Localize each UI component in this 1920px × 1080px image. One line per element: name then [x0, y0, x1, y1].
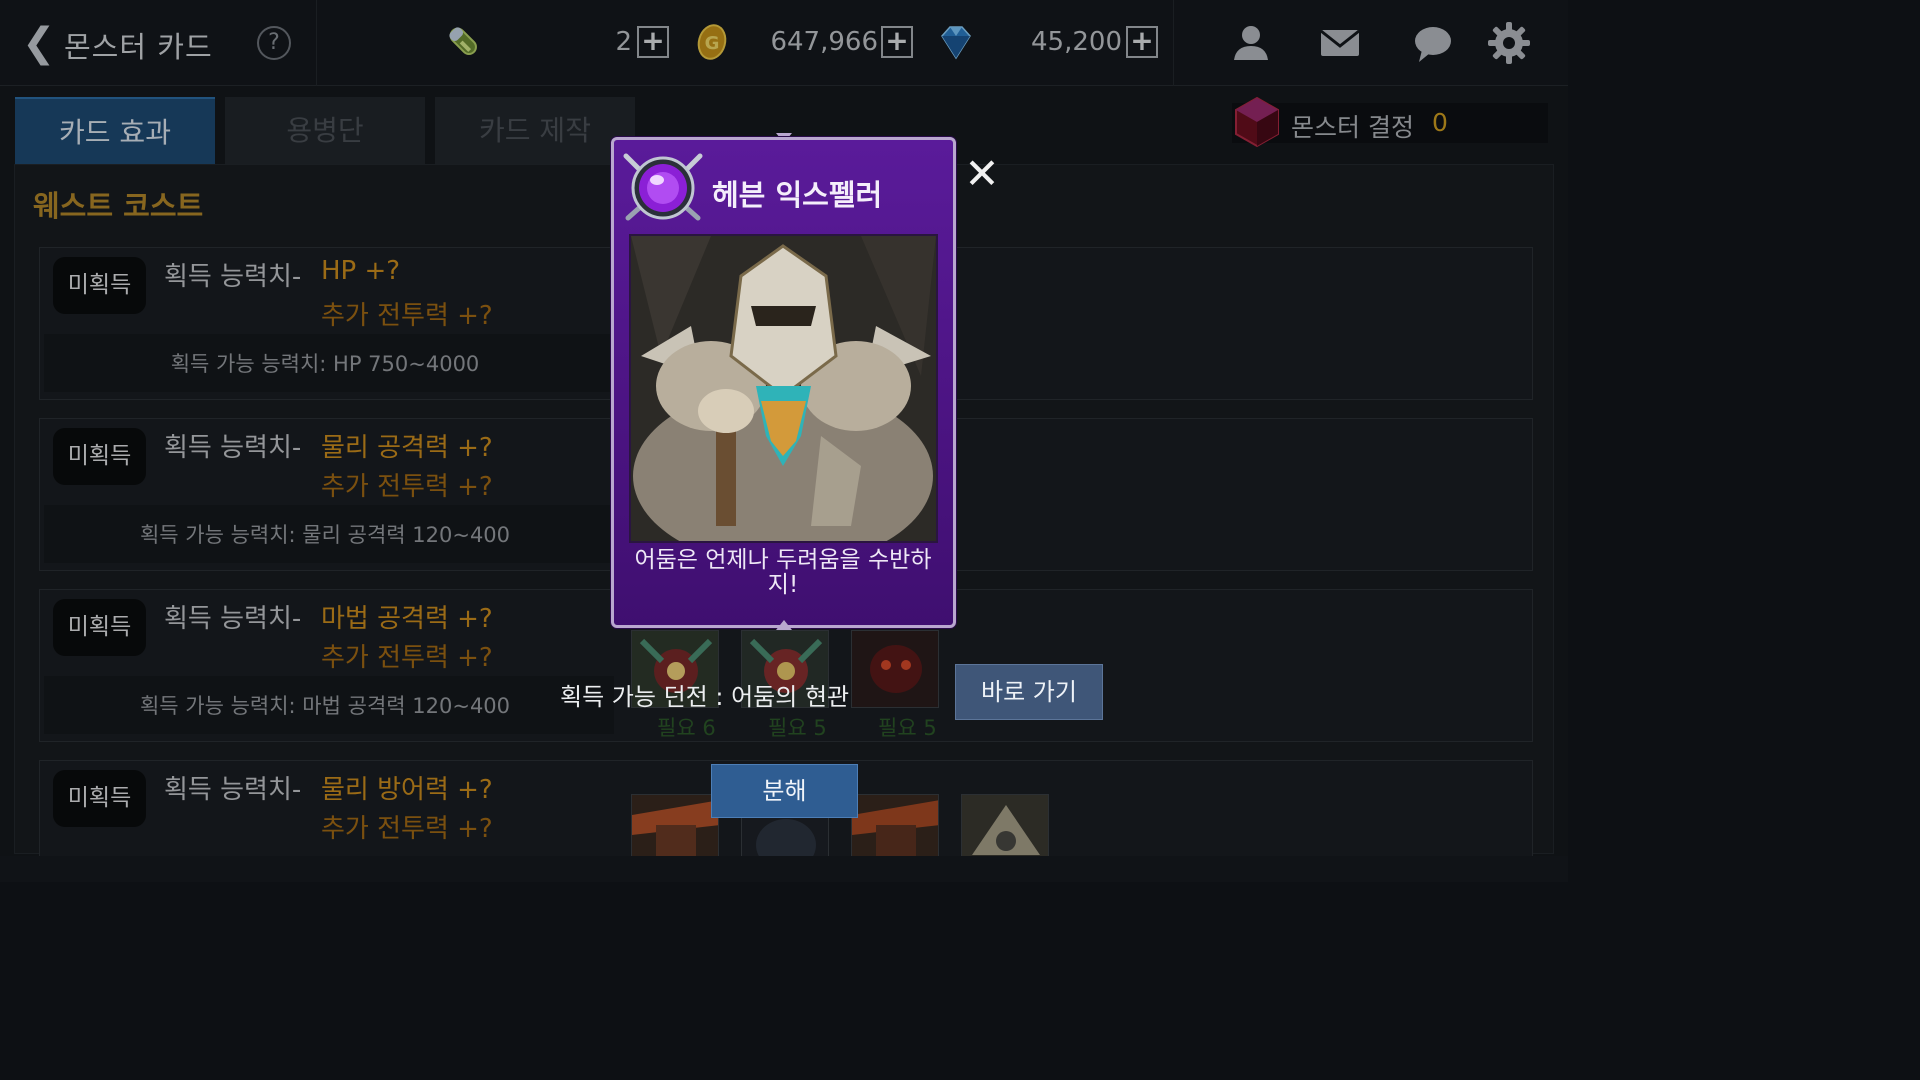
close-icon[interactable]: ✕	[962, 153, 1002, 195]
popup-card-title: 헤븐 익스펠러	[712, 178, 883, 212]
mail-icon[interactable]	[1317, 20, 1363, 66]
stat-main: 물리 공격력 +?	[321, 433, 493, 463]
dungeon-location-label: 획득 가능 던전 : 어둠의 현관	[560, 683, 850, 711]
thumb-need-label: 필요 6	[657, 716, 716, 740]
tab-card-crafting[interactable]: 카드 제작	[435, 97, 635, 164]
stat-main: HP +?	[321, 256, 401, 286]
help-icon[interactable]: ?	[257, 26, 291, 60]
monster-card-screen: ❮ 몬스터 카드 ? 2 + G 647,966 + 45,200 + 카드 효…	[0, 0, 1568, 882]
status-badge: 미획득	[53, 770, 146, 827]
popup-notch	[776, 620, 792, 630]
chat-icon[interactable]	[1410, 20, 1456, 66]
stat-label: 획득 능력치-	[164, 262, 302, 292]
gold-value: 647,966	[770, 27, 878, 57]
tab-card-effect[interactable]: 카드 효과	[15, 97, 215, 164]
stat-sub: 추가 전투력 +?	[321, 301, 493, 331]
gems-plus-button[interactable]: +	[1126, 26, 1158, 58]
status-badge: 미획득	[53, 257, 146, 314]
tab-mercenaries[interactable]: 용병단	[225, 97, 425, 164]
friends-icon[interactable]	[1228, 20, 1274, 66]
svg-text:G: G	[705, 33, 720, 54]
card-flavor-text: 어둠은 언제나 두려움을 수반하지!	[634, 547, 932, 598]
stat-main: 마법 공격력 +?	[321, 604, 493, 634]
energy-value: 2	[615, 27, 632, 57]
gems-value: 45,200	[1031, 27, 1122, 57]
stat-label: 획득 능력치-	[164, 433, 302, 463]
status-badge: 미획득	[53, 599, 146, 656]
crystal-value: 0	[1432, 108, 1448, 137]
status-badge: 미획득	[53, 428, 146, 485]
range-text: 획득 가능 능력치: HP 750~4000	[170, 352, 480, 376]
gold-plus-button[interactable]: +	[881, 26, 913, 58]
thumb-need-label: 필요 5	[768, 716, 827, 740]
stat-sub: 추가 전투력 +?	[321, 472, 493, 502]
card-portrait	[629, 234, 938, 543]
stat-sub: 추가 전투력 +?	[321, 814, 493, 844]
bottom-edge	[0, 856, 1568, 882]
settings-icon[interactable]	[1486, 20, 1532, 66]
back-icon[interactable]: ❮	[22, 23, 56, 63]
energy-plus-button[interactable]: +	[637, 26, 669, 58]
blue-gem-icon	[941, 26, 971, 60]
divider	[1173, 0, 1174, 86]
screen-title: 몬스터 카드	[64, 30, 213, 64]
monster-card-thumb[interactable]	[851, 630, 939, 708]
energy-vial-icon	[449, 27, 477, 55]
stat-main: 물리 방어력 +?	[321, 775, 493, 805]
range-text: 획득 가능 능력치: 마법 공격력 120~400	[139, 694, 511, 718]
disassemble-button[interactable]: 분해	[711, 764, 858, 818]
goto-dungeon-button[interactable]: 바로 가기	[955, 664, 1103, 720]
stat-sub: 추가 전투력 +?	[321, 643, 493, 673]
divider	[316, 0, 317, 86]
top-bar: ❮ 몬스터 카드 ? 2 + G 647,966 + 45,200 +	[0, 0, 1568, 86]
stat-label: 획득 능력치-	[164, 775, 302, 805]
purple-orb-emblem-icon	[623, 153, 703, 221]
monster-crystal-icon	[1235, 96, 1279, 148]
set-name: 웨스트 코스트	[33, 189, 204, 223]
thumb-need-label: 필요 5	[878, 716, 937, 740]
crystal-label: 몬스터 결정	[1291, 113, 1414, 142]
range-text: 획득 가능 능력치: 물리 공격력 120~400	[139, 523, 511, 547]
gold-coin-icon: G	[697, 24, 727, 60]
stat-label: 획득 능력치-	[164, 604, 302, 634]
